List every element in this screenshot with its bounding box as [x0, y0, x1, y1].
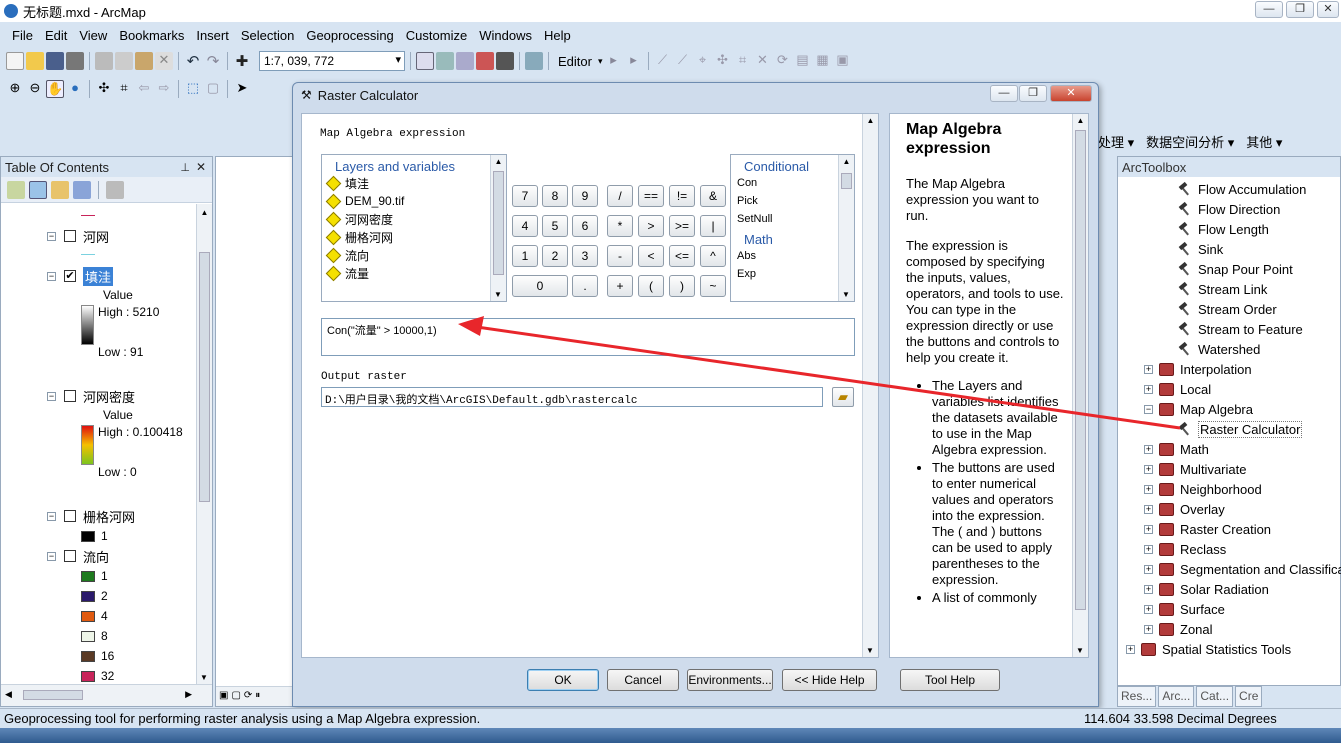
coordinates-readout: 114.604 33.598 Decimal Degrees: [1084, 711, 1277, 726]
windows-taskbar: [0, 728, 1341, 743]
status-bar: Geoprocessing tool for performing raster…: [0, 708, 1341, 728]
annotation-arrow: [458, 316, 1181, 430]
status-message: Geoprocessing tool for performing raster…: [4, 711, 481, 726]
